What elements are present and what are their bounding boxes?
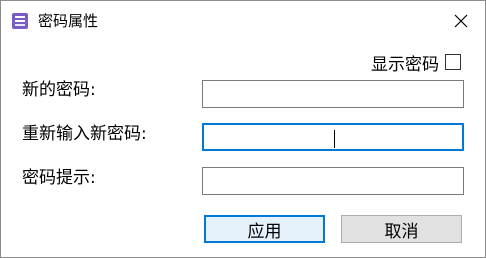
close-button[interactable] xyxy=(447,9,475,33)
window-title: 密码属性 xyxy=(38,12,99,30)
show-password-toggle[interactable]: 显示密码 xyxy=(371,51,461,75)
new-password-label: 新的密码: xyxy=(22,80,96,100)
new-password-field[interactable] xyxy=(202,80,464,108)
password-hint-field[interactable] xyxy=(202,167,464,195)
app-icon xyxy=(12,13,28,29)
show-password-label: 显示密码 xyxy=(371,54,439,75)
reenter-password-label: 重新输入新密码: xyxy=(22,124,147,144)
text-caret xyxy=(334,130,335,148)
close-icon xyxy=(454,14,468,28)
password-hint-label: 密码提示: xyxy=(22,168,96,188)
reenter-password-field[interactable] xyxy=(202,123,464,151)
title-bar: 密码属性 xyxy=(1,1,485,41)
cancel-button[interactable]: 取消 xyxy=(341,215,462,243)
password-properties-dialog: 密码属性 显示密码 新的密码: 重新输入新密码: 密码提示: 应用 取消 xyxy=(0,0,486,258)
show-password-checkbox[interactable] xyxy=(445,54,461,70)
apply-button[interactable]: 应用 xyxy=(204,215,325,243)
